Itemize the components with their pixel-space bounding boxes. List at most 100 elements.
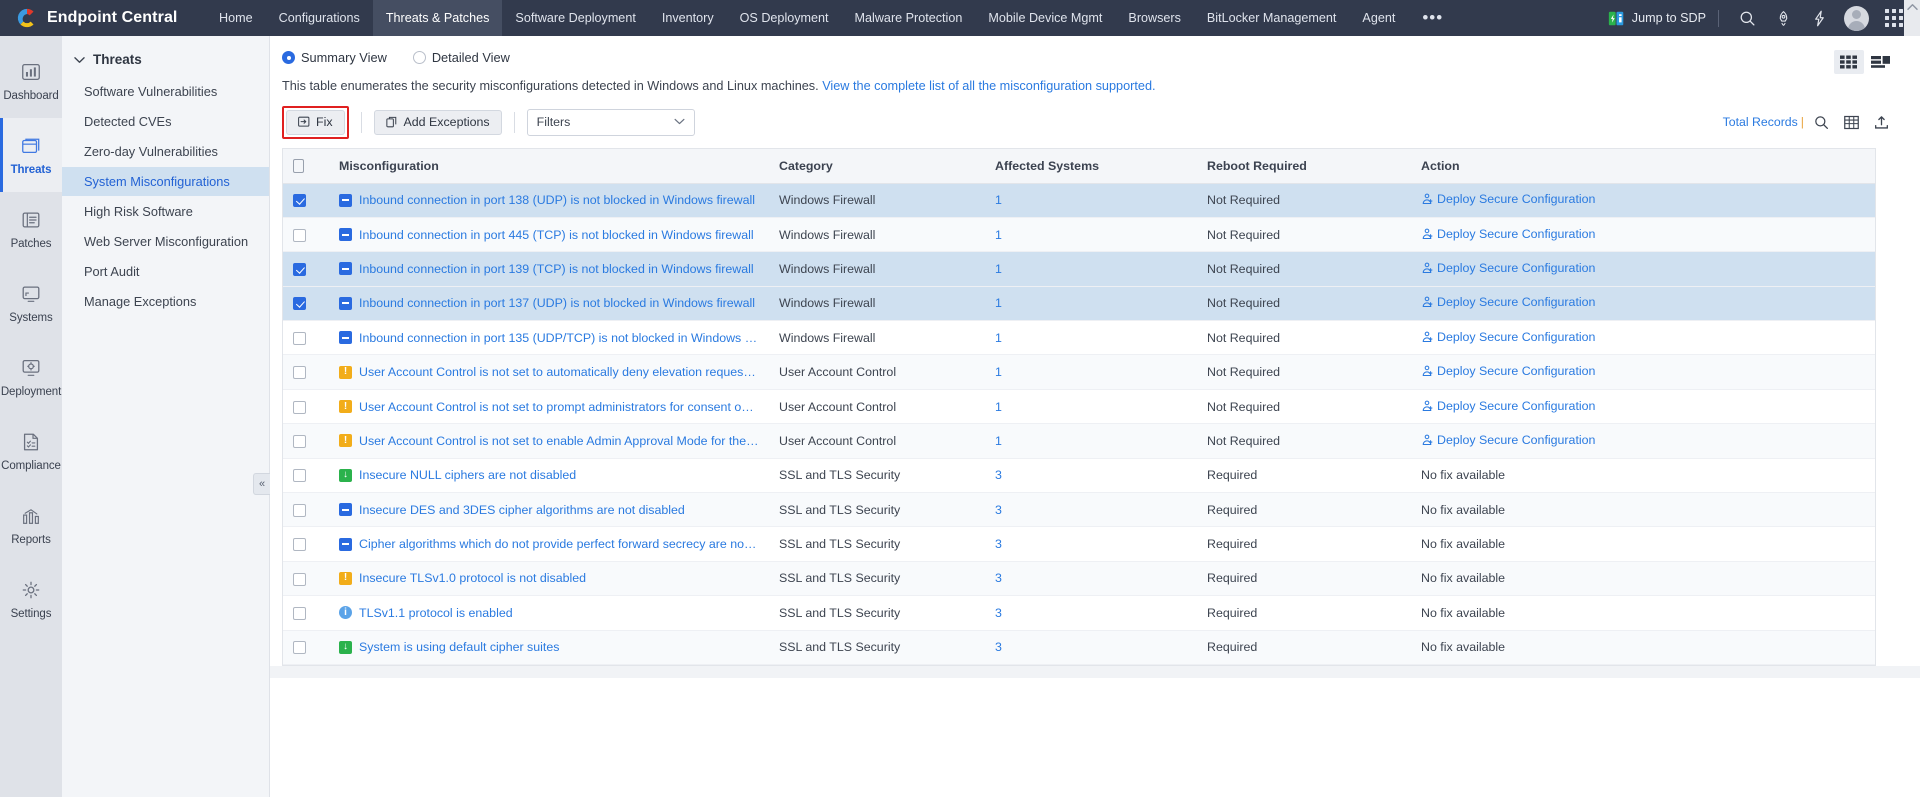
row-checkbox-cell[interactable] (283, 286, 329, 320)
rail-item-compliance[interactable]: Compliance (0, 414, 62, 488)
table-row[interactable]: ↓Insecure NULL ciphers are not disabledS… (283, 458, 1875, 492)
table-row[interactable]: iTLSv1.1 protocol is enabledSSL and TLS … (283, 596, 1875, 630)
rail-item-settings[interactable]: Settings (0, 562, 62, 636)
row-checkbox-cell[interactable] (283, 321, 329, 355)
subnav-item-manage-exceptions[interactable]: Manage Exceptions (62, 287, 269, 316)
affected-systems-link[interactable]: 3 (995, 571, 1002, 585)
misconfiguration-link[interactable]: Insecure DES and 3DES cipher algorithms … (359, 503, 685, 517)
fix-button[interactable]: Fix (286, 110, 345, 135)
export-icon[interactable] (1866, 109, 1896, 135)
table-row[interactable]: Inbound connection in port 137 (UDP) is … (283, 286, 1875, 320)
deploy-secure-configuration-link[interactable]: Deploy Secure Configuration (1421, 399, 1595, 413)
nav-home[interactable]: Home (206, 0, 266, 36)
misconfiguration-link[interactable]: Inbound connection in port 138 (UDP) is … (359, 193, 755, 207)
radio-detailed-view[interactable]: Detailed View (413, 50, 510, 65)
rail-item-threats[interactable]: Threats (0, 118, 62, 192)
row-checkbox-cell[interactable] (283, 389, 329, 423)
rail-item-deployment[interactable]: Deployment (0, 340, 62, 414)
jump-to-sdp-button[interactable]: Jump to SDP (1604, 10, 1718, 27)
nav-os-deployment[interactable]: OS Deployment (727, 0, 842, 36)
deploy-secure-configuration-link[interactable]: Deploy Secure Configuration (1421, 192, 1595, 206)
grid-view-icon[interactable] (1834, 50, 1864, 74)
radio-summary-view[interactable]: Summary View (282, 50, 387, 65)
table-row[interactable]: !Insecure TLSv1.0 protocol is not disabl… (283, 561, 1875, 595)
subnav-item-system-misconfigurations[interactable]: System Misconfigurations (62, 167, 269, 196)
table-row[interactable]: Cipher algorithms which do not provide p… (283, 527, 1875, 561)
header-misconfiguration[interactable]: Misconfiguration (329, 149, 769, 183)
row-checkbox-cell[interactable] (283, 355, 329, 389)
nav-threats-patches[interactable]: Threats & Patches (373, 0, 503, 36)
avatar[interactable] (1844, 6, 1869, 31)
table-row[interactable]: Insecure DES and 3DES cipher algorithms … (283, 493, 1875, 527)
deploy-secure-configuration-link[interactable]: Deploy Secure Configuration (1421, 295, 1595, 309)
affected-systems-link[interactable]: 1 (995, 193, 1002, 207)
row-checkbox-cell[interactable] (283, 527, 329, 561)
nav-malware-protection[interactable]: Malware Protection (842, 0, 976, 36)
subnav-header-threats[interactable]: Threats (62, 48, 269, 77)
affected-systems-link[interactable]: 3 (995, 606, 1002, 620)
add-exceptions-button[interactable]: Add Exceptions (374, 110, 502, 135)
row-checkbox[interactable] (293, 607, 306, 620)
misconfiguration-link[interactable]: Insecure TLSv1.0 protocol is not disable… (359, 571, 586, 585)
row-checkbox[interactable] (293, 297, 306, 310)
nav-mobile-device-mgmt[interactable]: Mobile Device Mgmt (975, 0, 1115, 36)
row-checkbox-cell[interactable] (283, 183, 329, 217)
rocket-icon[interactable] (1765, 0, 1801, 36)
rail-item-dashboard[interactable]: Dashboard (0, 44, 62, 118)
misconfiguration-link[interactable]: Inbound connection in port 445 (TCP) is … (359, 228, 754, 242)
misconfiguration-link[interactable]: Inbound connection in port 139 (TCP) is … (359, 262, 754, 276)
search-icon[interactable] (1729, 0, 1765, 36)
misconfiguration-link[interactable]: User Account Control is not set to enabl… (359, 434, 759, 448)
affected-systems-link[interactable]: 1 (995, 331, 1002, 345)
header-reboot-required[interactable]: Reboot Required (1197, 149, 1411, 183)
header-category[interactable]: Category (769, 149, 985, 183)
row-checkbox[interactable] (293, 229, 306, 242)
row-checkbox[interactable] (293, 435, 306, 448)
table-row[interactable]: !User Account Control is not set to auto… (283, 355, 1875, 389)
affected-systems-link[interactable]: 3 (995, 468, 1002, 482)
affected-systems-link[interactable]: 1 (995, 296, 1002, 310)
nav-software-deployment[interactable]: Software Deployment (502, 0, 648, 36)
row-checkbox-cell[interactable] (283, 630, 329, 664)
rail-item-patches[interactable]: Patches (0, 192, 62, 266)
row-checkbox-cell[interactable] (283, 217, 329, 251)
rail-item-systems[interactable]: Systems (0, 266, 62, 340)
misconfiguration-link[interactable]: Insecure NULL ciphers are not disabled (359, 468, 576, 482)
misconfiguration-list-link[interactable]: View the complete list of all the miscon… (822, 79, 1155, 93)
row-checkbox-cell[interactable] (283, 561, 329, 595)
row-checkbox[interactable] (293, 538, 306, 551)
affected-systems-link[interactable]: 3 (995, 537, 1002, 551)
page-scroll-up-arrow[interactable] (1904, 0, 1920, 36)
misconfiguration-link[interactable]: System is using default cipher suites (359, 640, 559, 654)
search-icon[interactable] (1806, 109, 1836, 135)
deploy-secure-configuration-link[interactable]: Deploy Secure Configuration (1421, 261, 1595, 275)
affected-systems-link[interactable]: 3 (995, 503, 1002, 517)
row-checkbox[interactable] (293, 194, 306, 207)
nav-bitlocker-management[interactable]: BitLocker Management (1194, 0, 1350, 36)
total-records-link[interactable]: Total Records| (1723, 115, 1806, 129)
row-checkbox-cell[interactable] (283, 424, 329, 458)
misconfiguration-link[interactable]: Cipher algorithms which do not provide p… (359, 537, 759, 551)
table-settings-icon[interactable] (1836, 109, 1866, 135)
nav-more-icon[interactable]: ••• (1408, 0, 1457, 36)
row-checkbox[interactable] (293, 263, 306, 276)
misconfiguration-link[interactable]: User Account Control is not set to promp… (359, 400, 759, 414)
row-checkbox[interactable] (293, 366, 306, 379)
deploy-secure-configuration-link[interactable]: Deploy Secure Configuration (1421, 364, 1595, 378)
table-row[interactable]: !User Account Control is not set to prom… (283, 389, 1875, 423)
row-checkbox[interactable] (293, 504, 306, 517)
row-checkbox-cell[interactable] (283, 458, 329, 492)
nav-inventory[interactable]: Inventory (649, 0, 727, 36)
nav-agent[interactable]: Agent (1349, 0, 1408, 36)
affected-systems-link[interactable]: 1 (995, 228, 1002, 242)
horizontal-scrollbar[interactable] (270, 666, 1920, 678)
subnav-item-high-risk-software[interactable]: High Risk Software (62, 197, 269, 226)
table-row[interactable]: Inbound connection in port 135 (UDP/TCP)… (283, 321, 1875, 355)
row-checkbox-cell[interactable] (283, 252, 329, 286)
row-checkbox[interactable] (293, 641, 306, 654)
collapse-sidebar-button[interactable]: « (253, 473, 270, 495)
subnav-item-web-server-misconfiguration[interactable]: Web Server Misconfiguration (62, 227, 269, 256)
subnav-item-port-audit[interactable]: Port Audit (62, 257, 269, 286)
deploy-secure-configuration-link[interactable]: Deploy Secure Configuration (1421, 227, 1595, 241)
affected-systems-link[interactable]: 1 (995, 434, 1002, 448)
